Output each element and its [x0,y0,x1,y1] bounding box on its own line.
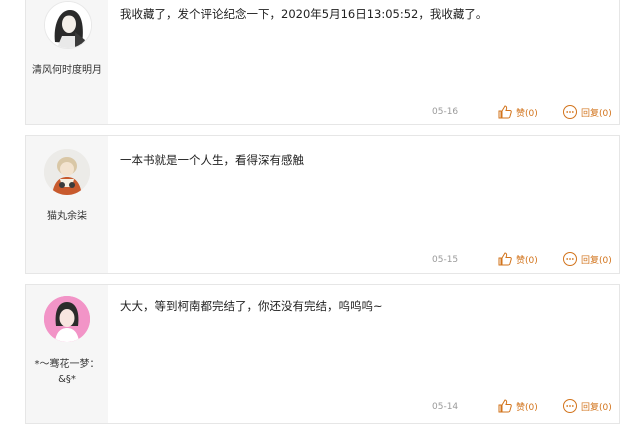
speech-bubble-icon [562,251,578,267]
comment-date: 05-16 [432,107,459,117]
reply-count-label: 回复(0) [581,402,612,413]
reply-button[interactable]: 回复(0) [562,398,612,414]
like-count-label: 赞(0) [516,108,538,119]
avatar[interactable] [44,296,90,342]
reply-button[interactable]: 回复(0) [562,251,612,267]
comment-text: 我收藏了，发个评论纪念一下，2020年5月16日13:05:52，我收藏了。 [120,7,488,21]
thumbs-up-icon [497,398,513,414]
like-count-label: 赞(0) [516,402,538,413]
comment-username[interactable]: 清风何时度明月 [28,63,106,78]
like-button[interactable]: 赞(0) [497,104,538,120]
comment-text: 大大，等到柯南都完结了，你还没有完结，呜呜呜~ [120,299,383,313]
like-button[interactable]: 赞(0) [497,398,538,414]
thumbs-up-icon [497,251,513,267]
comment-card: *～骞花一梦： &§* 大大，等到柯南都完结了，你还没有完结，呜呜呜~ 05-1… [25,284,620,424]
avatar[interactable] [44,1,92,49]
reply-button[interactable]: 回复(0) [562,104,612,120]
reply-count-label: 回复(0) [581,255,612,266]
comment-card: 猫丸余柒 一本书就是一个人生，看得深有感触 05-15 赞(0) 回复(0) [25,135,620,274]
comment-user-panel: 清风何时度明月 [26,0,108,124]
avatar[interactable] [44,149,90,195]
comment-date: 05-14 [432,402,459,412]
comment-username-continued[interactable]: &§* [28,372,106,387]
like-button[interactable]: 赞(0) [497,251,538,267]
comment-text: 一本书就是一个人生，看得深有感触 [120,153,304,167]
comment-date: 05-15 [432,255,459,265]
speech-bubble-icon [562,104,578,120]
comment-username[interactable]: 猫丸余柒 [28,209,106,224]
comment-username[interactable]: *～骞花一梦： [28,357,106,372]
speech-bubble-icon [562,398,578,414]
comment-user-panel: *～骞花一梦： &§* [26,285,108,423]
comment-user-panel: 猫丸余柒 [26,136,108,273]
thumbs-up-icon [497,104,513,120]
reply-count-label: 回复(0) [581,108,612,119]
like-count-label: 赞(0) [516,255,538,266]
comment-card: 清风何时度明月 我收藏了，发个评论纪念一下，2020年5月16日13:05:52… [25,0,620,125]
